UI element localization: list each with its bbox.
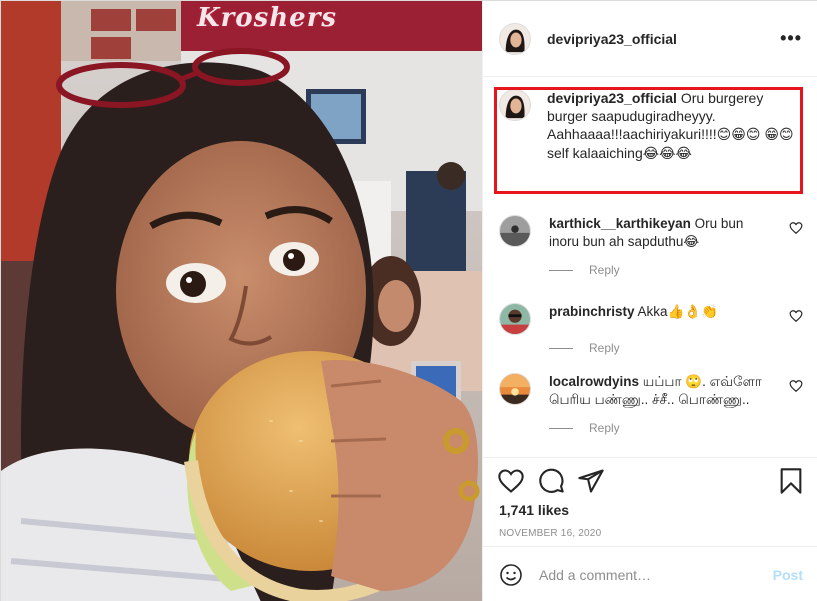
post-photo[interactable]: Kroshers xyxy=(1,1,482,601)
caption-username[interactable]: devipriya23_official xyxy=(547,90,677,106)
reply-divider xyxy=(549,427,573,429)
comment-username[interactable]: karthick__karthikeyan xyxy=(549,216,691,231)
comment-like-heart-icon[interactable] xyxy=(789,379,803,393)
author-username[interactable]: devipriya23_official xyxy=(547,31,677,47)
reply-button[interactable]: Reply xyxy=(549,261,764,279)
caption-emoji-a: 😊😁😊 xyxy=(716,127,761,143)
post-side-panel: devipriya23_official ••• devipriya23_off… xyxy=(482,1,817,601)
like-heart-icon[interactable] xyxy=(497,467,525,495)
comment-username[interactable]: localrowdyins xyxy=(549,374,639,389)
reply-button[interactable]: Reply xyxy=(549,339,764,357)
comment-item: localrowdyins யப்பா 🙄. எவ்ளோ பெரிய பண்ணு… xyxy=(499,373,803,437)
comment-like-heart-icon[interactable] xyxy=(789,309,803,323)
likes-count[interactable]: 1,741 likes xyxy=(483,498,817,518)
add-comment-input[interactable] xyxy=(539,566,773,583)
comment-bubble-icon[interactable] xyxy=(537,467,565,495)
comment-body: localrowdyins யப்பா 🙄. எவ்ளோ பெரிய பண்ணு… xyxy=(549,373,764,437)
commenter-avatar[interactable] xyxy=(499,303,531,335)
emoji-smile-icon[interactable] xyxy=(499,563,523,587)
reply-label[interactable]: Reply xyxy=(589,339,620,357)
comment-emoji: 👍👌👏 xyxy=(667,304,718,320)
more-horizontal-icon[interactable]: ••• xyxy=(780,28,802,49)
reply-label[interactable]: Reply xyxy=(589,419,620,437)
share-paper-plane-icon[interactable] xyxy=(577,467,605,495)
comment-body: karthick__karthikeyan Oru bun inoru bun … xyxy=(549,215,764,279)
caption-avatar[interactable] xyxy=(499,89,531,121)
comment-like-heart-icon[interactable] xyxy=(789,221,803,235)
action-icons-row xyxy=(483,458,817,498)
commenter-avatar[interactable] xyxy=(499,373,531,405)
caption-text: devipriya23_official Oru burgerey burger… xyxy=(547,89,803,163)
reply-label[interactable]: Reply xyxy=(589,261,620,279)
comment-item: prabinchristy Akka👍👌👏 Reply xyxy=(499,303,803,357)
caption: devipriya23_official Oru burgerey burger… xyxy=(499,89,803,163)
comment-username[interactable]: prabinchristy xyxy=(549,304,635,319)
post-button[interactable]: Post xyxy=(773,567,803,583)
reply-button[interactable]: Reply xyxy=(549,419,764,437)
comment-item: karthick__karthikeyan Oru bun inoru bun … xyxy=(499,215,803,279)
add-comment-bar: Post xyxy=(483,546,817,601)
caption-line2: Aahhaaaa!!!aachiriyakuri!!!! xyxy=(547,126,717,142)
commenter-avatar[interactable] xyxy=(499,215,531,247)
caption-emoji-b: 😁😊 xyxy=(764,127,794,143)
comments-section: devipriya23_official Oru burgerey burger… xyxy=(483,77,817,457)
instagram-post-window: Kroshers devipriya23_official ••• devipr… xyxy=(0,0,817,601)
save-bookmark-icon[interactable] xyxy=(777,467,805,495)
comment-body: prabinchristy Akka👍👌👏 Reply xyxy=(549,303,764,357)
caption-emoji-c: 😂😂😂 xyxy=(642,146,692,162)
comment-text: Akka xyxy=(637,304,668,319)
post-actions: 1,741 likes NOVEMBER 16, 2020 Post xyxy=(483,457,817,601)
caption-line3: self kalaaiching xyxy=(547,145,643,161)
restaurant-sign: Kroshers xyxy=(197,3,338,33)
selfie-burger-image xyxy=(1,1,482,601)
comment-emoji: 😂 xyxy=(683,234,700,250)
author-avatar[interactable] xyxy=(499,22,531,55)
reply-divider xyxy=(549,269,573,271)
reply-divider xyxy=(549,347,573,349)
post-date[interactable]: NOVEMBER 16, 2020 xyxy=(483,518,817,539)
post-header: devipriya23_official ••• xyxy=(483,1,817,77)
